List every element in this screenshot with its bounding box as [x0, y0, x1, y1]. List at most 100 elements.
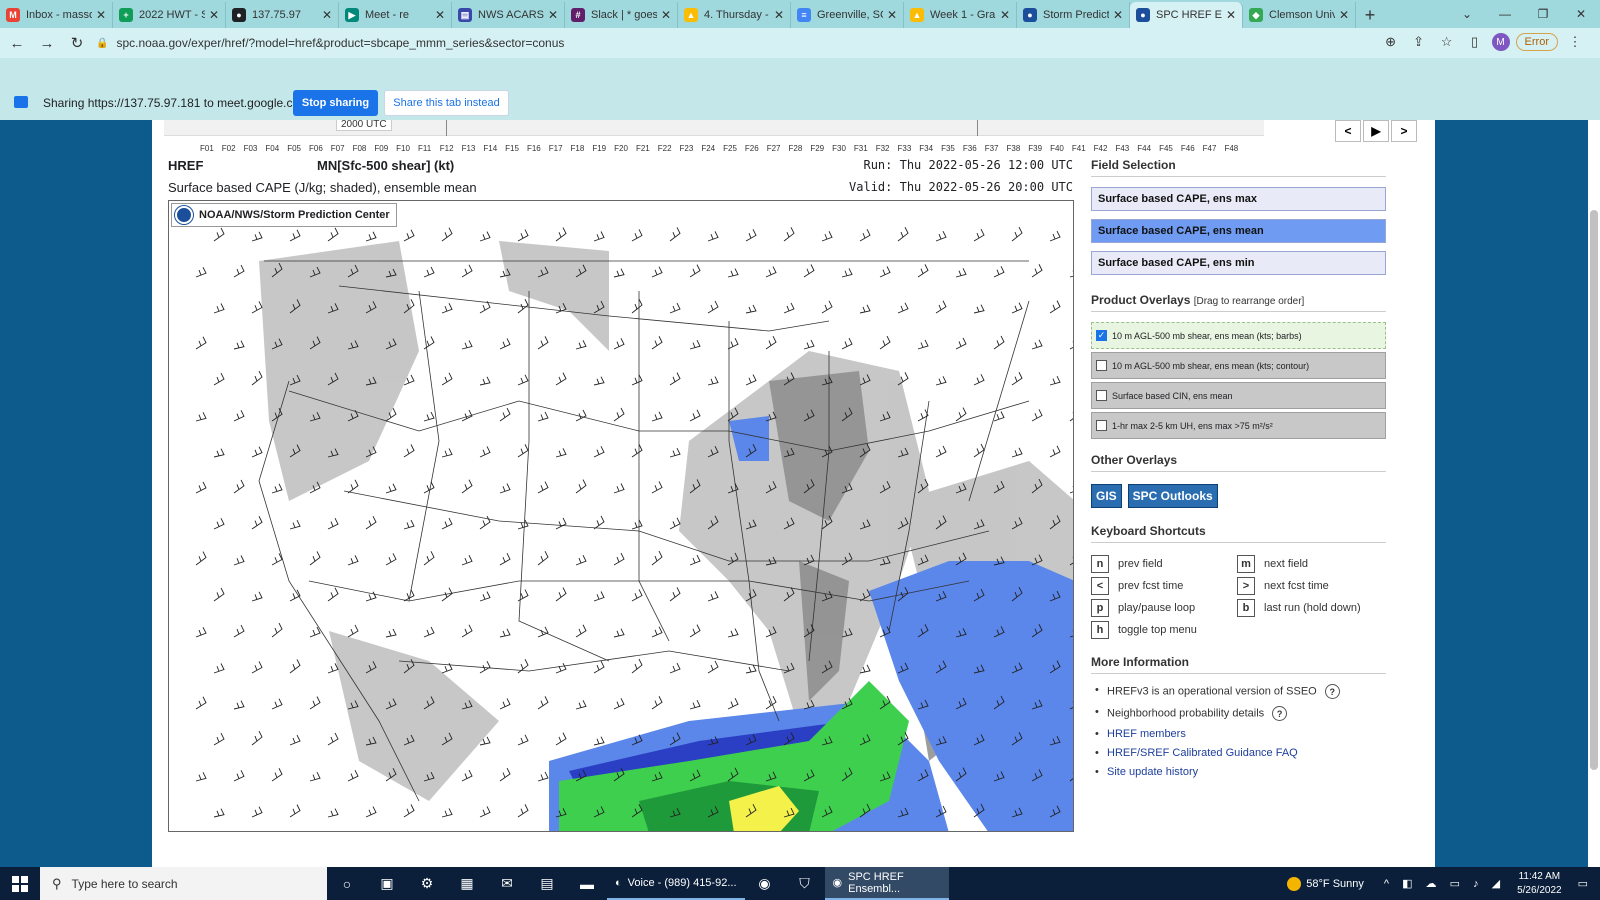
forecast-hour-label[interactable]: F46 — [1181, 144, 1203, 153]
tab-close-icon[interactable]: ✕ — [209, 8, 219, 22]
forecast-hour-label[interactable]: F36 — [963, 144, 985, 153]
minimize-button[interactable]: — — [1486, 0, 1524, 28]
tab-close-icon[interactable]: ✕ — [1000, 8, 1010, 22]
forecast-hour-label[interactable]: F14 — [483, 144, 505, 153]
forecast-timeline[interactable]: 2000 UTC — [164, 120, 1264, 136]
shield-app-icon[interactable]: ⛉ — [785, 867, 825, 900]
overlay-option[interactable]: 1-hr max 2-5 km UH, ens max >75 m²/s² — [1091, 412, 1386, 439]
info-link[interactable]: Site update history — [1091, 766, 1386, 778]
forecast-hour-label[interactable]: F04 — [265, 144, 287, 153]
scrollbar-thumb[interactable] — [1590, 210, 1598, 770]
tab-close-icon[interactable]: ✕ — [548, 8, 558, 22]
info-label[interactable]: HREF members — [1107, 728, 1186, 740]
tab-close-icon[interactable]: ✕ — [1339, 8, 1349, 22]
taskbar-search[interactable]: ⚲ Type here to search — [40, 867, 327, 900]
profile-avatar[interactable]: M — [1491, 33, 1510, 51]
zoom-icon[interactable]: ⊕ — [1380, 31, 1402, 53]
forecast-hour-label[interactable]: F35 — [941, 144, 963, 153]
forecast-hour-label[interactable]: F29 — [810, 144, 832, 153]
forecast-hour-label[interactable]: F23 — [680, 144, 702, 153]
browser-tab[interactable]: +2022 HWT - S ✕ — [113, 2, 226, 28]
restore-button[interactable]: ❐ — [1524, 0, 1562, 28]
browser-tab[interactable]: ▶ Meet - re ✕ — [339, 2, 452, 28]
forecast-hour-label[interactable]: F39 — [1028, 144, 1050, 153]
weather-widget[interactable]: 58°F Sunny — [1287, 876, 1364, 891]
tab-close-icon[interactable]: ✕ — [1226, 8, 1236, 22]
tab-close-icon[interactable]: ✕ — [661, 8, 671, 22]
browser-tab[interactable]: ▲ 4. Thursday - ✕ — [678, 2, 791, 28]
forecast-hour-label[interactable]: F42 — [1094, 144, 1116, 153]
browser-tab[interactable]: ▤ NWS ACARS ✕ — [452, 2, 565, 28]
help-icon[interactable]: ? — [1272, 706, 1288, 721]
store-icon[interactable]: ▦ — [447, 867, 487, 900]
error-button[interactable]: Error — [1515, 33, 1558, 51]
other-overlay-button[interactable]: SPC Outlooks — [1127, 484, 1218, 508]
overlay-option[interactable]: ✓ 10 m AGL-500 mb shear, ens mean (kts; b… — [1091, 322, 1386, 349]
share-icon[interactable]: ⇪ — [1408, 31, 1430, 53]
forecast-hour-label[interactable]: F08 — [353, 144, 375, 153]
tab-close-icon[interactable]: ✕ — [96, 8, 106, 22]
forecast-hour-label[interactable]: F38 — [1006, 144, 1028, 153]
start-button[interactable] — [0, 867, 40, 900]
forecast-hour-label[interactable]: F15 — [505, 144, 527, 153]
forecast-hour-label[interactable]: F11 — [418, 144, 440, 153]
other-overlay-button[interactable]: GIS — [1091, 484, 1122, 508]
forecast-hour-label[interactable]: F01 — [200, 144, 222, 153]
forecast-hour-label[interactable]: F40 — [1050, 144, 1072, 153]
forecast-hour-label[interactable]: F27 — [767, 144, 789, 153]
forecast-hour-label[interactable]: F28 — [789, 144, 811, 153]
overlay-checkbox[interactable] — [1096, 390, 1107, 401]
forecast-hour-label[interactable]: F33 — [898, 144, 920, 153]
overlay-option[interactable]: Surface based CIN, ens mean — [1091, 382, 1386, 409]
overlay-checkbox[interactable] — [1096, 360, 1107, 371]
side-panel-icon[interactable]: ▯ — [1464, 31, 1486, 53]
reload-icon[interactable]: ↻ — [64, 30, 90, 56]
share-this-tab-button[interactable]: Share this tab instead — [384, 90, 509, 116]
forecast-hour-label[interactable]: F13 — [462, 144, 484, 153]
forecast-hour-label[interactable]: F43 — [1115, 144, 1137, 153]
overlay-option[interactable]: 10 m AGL-500 mb shear, ens mean (kts; co… — [1091, 352, 1386, 379]
address-bar[interactable]: 🔒 spc.noaa.gov/exper/href/?model=href&pr… — [90, 31, 1375, 55]
info-link[interactable]: HREF members — [1091, 728, 1386, 740]
forecast-hour-label[interactable]: F12 — [440, 144, 462, 153]
forecast-hour-label[interactable]: F45 — [1159, 144, 1181, 153]
field-option[interactable]: Surface based CAPE, ens mean — [1091, 219, 1386, 243]
forecast-hour-label[interactable]: F32 — [876, 144, 898, 153]
notifications-icon[interactable]: ▭ — [1578, 877, 1588, 890]
forecast-hour-label[interactable]: F25 — [723, 144, 745, 153]
tab-close-icon[interactable]: ✕ — [774, 8, 784, 22]
file-explorer-icon[interactable]: ▬ — [567, 867, 607, 900]
info-label[interactable]: Site update history — [1107, 766, 1198, 778]
info-label[interactable]: HREF/SREF Calibrated Guidance FAQ — [1107, 747, 1298, 759]
task-view-icon[interactable]: ▣ — [367, 867, 407, 900]
calculator-icon[interactable]: ▤ — [527, 867, 567, 900]
next-time-button[interactable]: > — [1391, 120, 1417, 142]
forecast-hour-label[interactable]: F18 — [571, 144, 593, 153]
forecast-hour-label[interactable]: F16 — [527, 144, 549, 153]
browser-tab[interactable]: ● Storm Predict ✕ — [1017, 2, 1130, 28]
forecast-hour-label[interactable]: F19 — [592, 144, 614, 153]
forecast-hour-label[interactable]: F26 — [745, 144, 767, 153]
tab-search-icon[interactable]: ⌄ — [1448, 0, 1486, 28]
forecast-map[interactable]: NOAA/NWS/Storm Prediction Center — [168, 200, 1074, 832]
forecast-hour-label[interactable]: F06 — [309, 144, 331, 153]
info-link[interactable]: HREF/SREF Calibrated Guidance FAQ — [1091, 747, 1386, 759]
settings-gear-icon[interactable]: ⚙ — [407, 867, 447, 900]
forecast-hour-label[interactable]: F48 — [1224, 144, 1246, 153]
prev-time-button[interactable]: < — [1335, 120, 1361, 142]
forecast-hour-label[interactable]: F02 — [222, 144, 244, 153]
taskbar-app-voice[interactable]: ◐ Voice - (989) 415-92... — [607, 867, 745, 900]
browser-tab[interactable]: ▲ Week 1 - Gra ✕ — [904, 2, 1017, 28]
browser-tab[interactable]: ● 137.75.97 ✕ — [226, 2, 339, 28]
forecast-hour-label[interactable]: F07 — [331, 144, 353, 153]
play-button[interactable]: ▶ — [1363, 120, 1389, 142]
forecast-hour-label[interactable]: F20 — [614, 144, 636, 153]
chrome-icon[interactable]: ◉ — [745, 867, 785, 900]
forecast-hour-label[interactable]: F47 — [1203, 144, 1225, 153]
overlay-checkbox[interactable] — [1096, 420, 1107, 431]
forecast-hour-label[interactable]: F44 — [1137, 144, 1159, 153]
browser-tab[interactable]: ◆ Clemson Univ ✕ — [1243, 2, 1356, 28]
browser-tab[interactable]: # Slack | * goes ✕ — [565, 2, 678, 28]
taskbar-app-spc[interactable]: ◉ SPC HREF Ensembl... — [824, 867, 949, 900]
forecast-hour-label[interactable]: F17 — [549, 144, 571, 153]
